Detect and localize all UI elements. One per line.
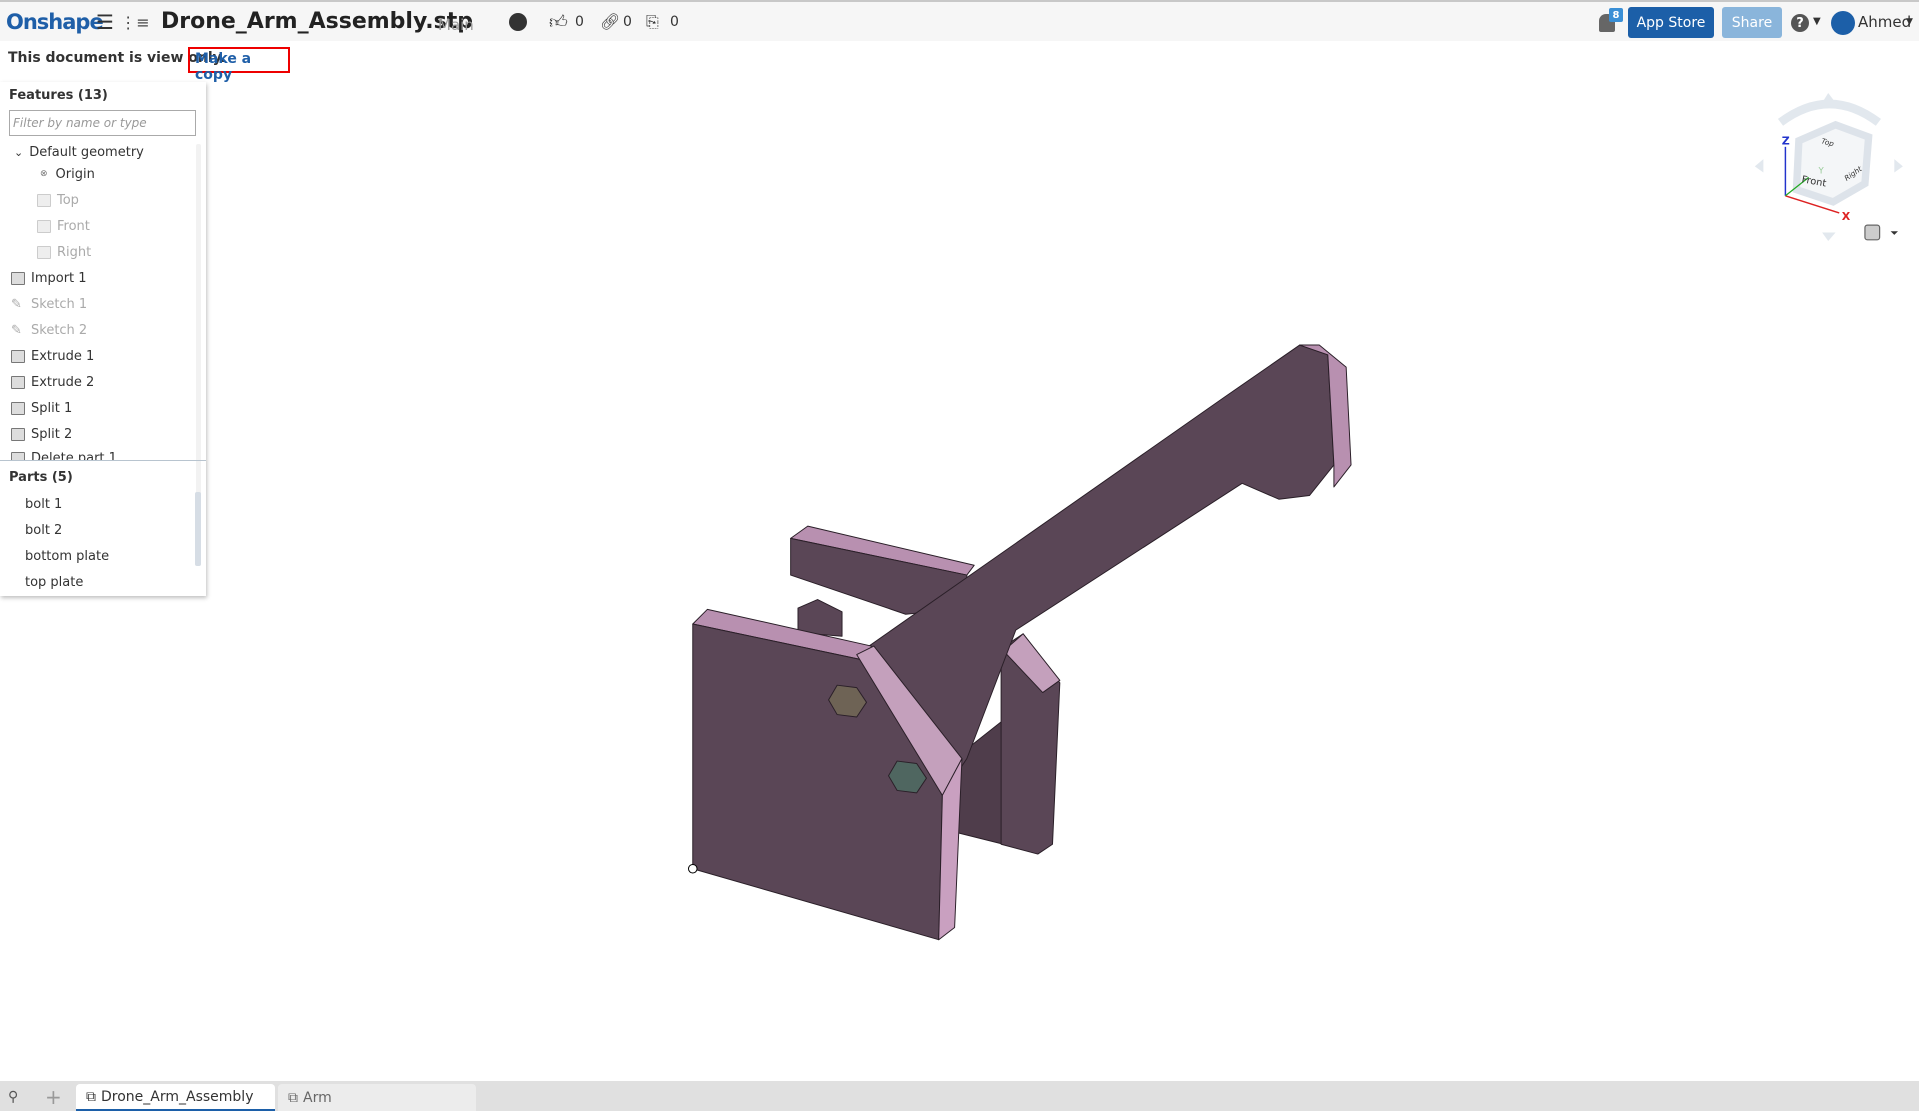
drone-arm-model[interactable]	[687, 344, 1352, 941]
tab-manager-icon[interactable]: ⚲	[8, 1089, 18, 1105]
tab-drone-arm-assembly[interactable]: ⧉ Drone_Arm_Assembly	[76, 1084, 275, 1111]
cube-shape[interactable]	[1792, 120, 1873, 206]
bottom-tab-bar: ⚲ + ⧉ Drone_Arm_Assembly ⧉ Arm	[0, 1081, 1919, 1111]
x-label: X	[1842, 210, 1851, 223]
rotate-arrows-icon[interactable]	[1777, 99, 1881, 126]
view-left-arrow[interactable]	[1754, 159, 1764, 173]
part-studio-icon: ⧉	[288, 1089, 298, 1106]
view-up-arrow[interactable]	[1822, 92, 1836, 103]
tab-label: Drone_Arm_Assembly	[101, 1088, 254, 1105]
view-cube[interactable]: Z X Y Top Front Right	[1754, 92, 1903, 242]
y-label: Y	[1817, 167, 1824, 177]
tab-arm[interactable]: ⧉ Arm	[278, 1084, 476, 1111]
view-right-arrow[interactable]	[1894, 159, 1903, 173]
view-down-arrow[interactable]	[1822, 232, 1836, 242]
display-mode-dropdown-icon[interactable]	[1890, 231, 1898, 235]
z-label: Z	[1782, 134, 1790, 147]
assembly-icon: ⧉	[86, 1088, 96, 1105]
display-mode-icon[interactable]	[1864, 224, 1881, 241]
origin-marker	[687, 863, 698, 874]
add-tab-icon[interactable]: +	[45, 1085, 62, 1109]
3d-viewport[interactable]: Z X Y Top Front Right	[0, 0, 1919, 1111]
tab-label: Arm	[303, 1089, 332, 1106]
